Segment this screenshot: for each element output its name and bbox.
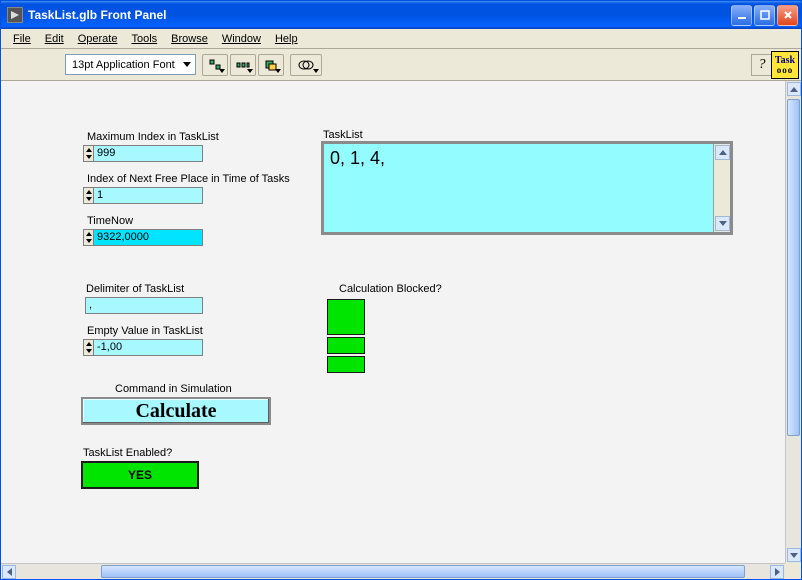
scroll-down-icon[interactable] <box>787 548 801 562</box>
help-button[interactable]: ? <box>751 54 773 76</box>
calc-blocked-indicator-2 <box>327 337 365 354</box>
menu-help[interactable]: Help <box>269 31 304 47</box>
tasklist-enabled-button[interactable]: YES <box>81 461 199 489</box>
distribute-button[interactable] <box>230 54 256 76</box>
label-calc-blocked: Calculation Blocked? <box>339 283 442 295</box>
chevron-down-icon <box>183 62 191 67</box>
font-selector[interactable]: 13pt Application Font <box>65 54 196 75</box>
menu-tools[interactable]: Tools <box>125 31 163 47</box>
stepper-icon[interactable] <box>83 145 93 162</box>
scrollbar-thumb[interactable] <box>101 565 745 578</box>
label-tasklist: TaskList <box>323 129 363 141</box>
scroll-right-icon[interactable] <box>770 565 784 579</box>
time-now-value[interactable]: 9322,0000 <box>93 229 203 246</box>
label-max-index: Maximum Index in TaskList <box>87 131 219 143</box>
menubar: File Edit Operate Tools Browse Window He… <box>1 29 801 49</box>
calc-blocked-indicator-1 <box>327 299 365 335</box>
toolbar: 13pt Application Font ? Task ooo <box>1 49 801 81</box>
scroll-down-icon[interactable] <box>715 216 730 231</box>
resize-corner <box>785 563 801 579</box>
label-time-now: TimeNow <box>87 215 133 227</box>
label-command-sim: Command in Simulation <box>115 383 232 395</box>
label-tasklist-enabled: TaskList Enabled? <box>83 447 172 459</box>
scrollbar-thumb[interactable] <box>787 99 800 436</box>
time-now-field[interactable]: 9322,0000 <box>83 229 203 246</box>
stepper-icon[interactable] <box>83 339 93 356</box>
menu-operate[interactable]: Operate <box>72 31 124 47</box>
tasklist-text[interactable]: 0, 1, 4, <box>324 144 713 232</box>
empty-value-value[interactable]: -1,00 <box>93 339 203 356</box>
label-next-free: Index of Next Free Place in Time of Task… <box>87 173 290 185</box>
window-frame: TaskList.glb Front Panel File Edit Opera… <box>0 0 802 580</box>
next-free-value[interactable]: 1 <box>93 187 203 204</box>
label-delimiter: Delimiter of TaskList <box>86 283 184 295</box>
minimize-button[interactable] <box>731 5 752 26</box>
search-button[interactable] <box>290 54 322 76</box>
calculate-button[interactable]: Calculate <box>81 397 271 425</box>
reorder-button[interactable] <box>258 54 284 76</box>
scroll-up-icon[interactable] <box>715 145 730 160</box>
task-icon-tile[interactable]: Task ooo <box>771 51 799 79</box>
max-index-value[interactable]: 999 <box>93 145 203 162</box>
menu-edit[interactable]: Edit <box>39 31 70 47</box>
toolbar-align-group <box>202 54 284 76</box>
align-button[interactable] <box>202 54 228 76</box>
horizontal-scrollbar[interactable] <box>1 563 785 579</box>
titlebar: TaskList.glb Front Panel <box>1 1 801 29</box>
calc-blocked-indicator-3 <box>327 356 365 373</box>
empty-value-field[interactable]: -1,00 <box>83 339 203 356</box>
vertical-scrollbar[interactable] <box>785 81 801 563</box>
menu-file[interactable]: File <box>7 31 37 47</box>
front-panel-canvas: Maximum Index in TaskList 999 Index of N… <box>1 81 785 563</box>
labview-icon <box>7 7 23 23</box>
max-index-field[interactable]: 999 <box>83 145 203 162</box>
stepper-icon[interactable] <box>83 229 93 246</box>
font-selector-label: 13pt Application Font <box>72 59 175 71</box>
delimiter-value[interactable]: , <box>85 297 203 314</box>
tasklist-textbox[interactable]: 0, 1, 4, <box>321 141 733 235</box>
label-empty-value: Empty Value in TaskList <box>87 325 203 337</box>
scroll-left-icon[interactable] <box>2 565 16 579</box>
close-button[interactable] <box>777 5 798 26</box>
delimiter-field[interactable]: , <box>85 297 203 314</box>
maximize-button[interactable] <box>754 5 775 26</box>
scroll-up-icon[interactable] <box>787 82 801 96</box>
menu-browse[interactable]: Browse <box>165 31 214 47</box>
next-free-field[interactable]: 1 <box>83 187 203 204</box>
stepper-icon[interactable] <box>83 187 93 204</box>
tasklist-scrollbar[interactable] <box>713 144 730 232</box>
window-buttons <box>731 5 798 26</box>
menu-window[interactable]: Window <box>216 31 267 47</box>
window-title: TaskList.glb Front Panel <box>28 8 731 22</box>
